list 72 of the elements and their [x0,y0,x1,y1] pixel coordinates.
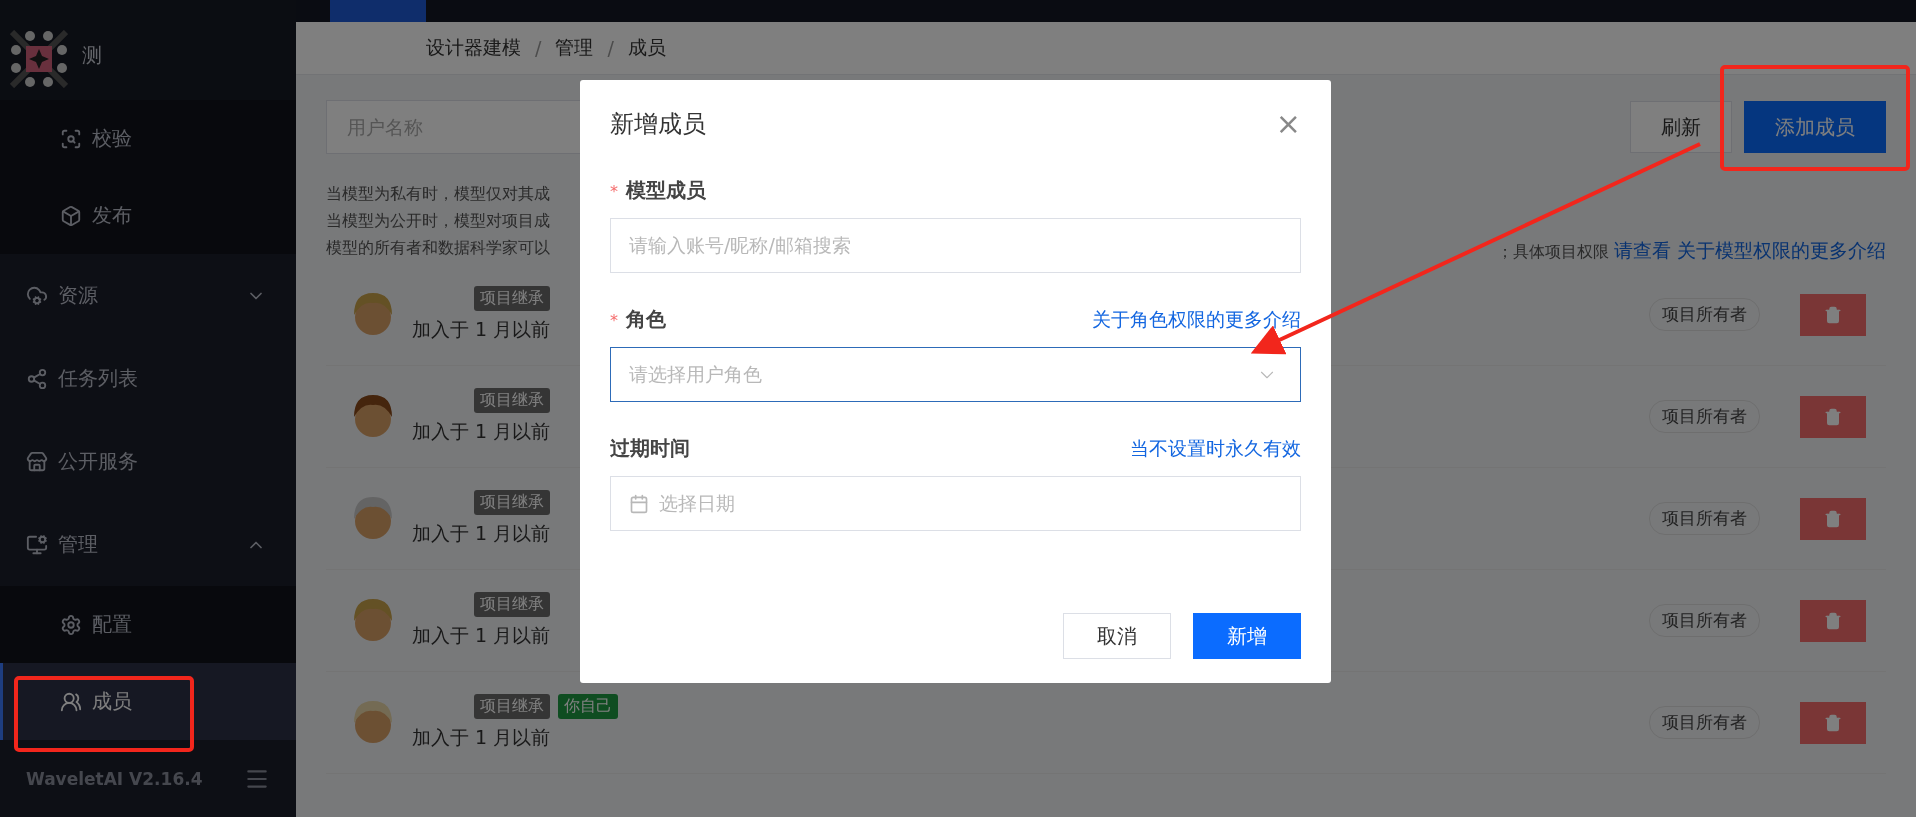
menu-item-icon [26,533,48,556]
field-label: 角色 [626,307,666,331]
breadcrumb-separator: / [607,37,614,59]
dialog-title: 新增成员 [610,109,706,140]
menu-item-icon [60,204,82,227]
member-tag: 项目继承 [474,490,550,515]
sidebar-item[interactable]: 成员 [0,663,296,740]
add-member-button[interactable]: 添加成员 [1744,101,1886,153]
sidebar-item[interactable]: 校验 [0,100,296,177]
close-button[interactable]: × [1275,109,1301,139]
sidebar-item[interactable]: 配置 [0,586,296,663]
required-mark: * [610,311,618,330]
member-tag: 你自己 [558,694,618,719]
cancel-button[interactable]: 取消 [1063,613,1171,659]
description-line: 模型的所有者和数据科学家可以 [326,238,550,259]
role-select[interactable]: 请选择用户角色 [610,347,1301,402]
logo [10,30,68,88]
delete-button[interactable] [1800,701,1866,744]
description-line: ；具体项目权限 [1496,242,1609,261]
member-search-field[interactable]: 请输入账号/昵称/邮箱搜索 [610,218,1301,273]
menu-item-icon [60,690,82,713]
delete-icon [1824,407,1842,426]
delete-button[interactable] [1800,395,1866,438]
delete-button[interactable] [1800,497,1866,540]
role-pill: 项目所有者 [1649,604,1760,637]
project-name: 测 [82,42,102,69]
joined-time: 加入于 1 月以前 [412,725,552,750]
description-line: 当模型为私有时，模型仅对其成 [326,184,550,205]
delete-icon [1824,611,1842,630]
date-picker[interactable]: 选择日期 [610,476,1301,531]
refresh-button[interactable]: 刷新 [1630,101,1732,153]
delete-icon [1824,509,1842,528]
description-line: 当模型为公开时，模型对项目成 [326,211,550,232]
breadcrumb-item[interactable]: 成员 [627,35,666,61]
sidebar-item[interactable]: 任务列表 [0,337,296,420]
menu-item-icon [26,450,48,473]
sidebar-item[interactable]: 管理 [0,503,296,586]
help-link[interactable]: 当不设置时永久有效 [1130,436,1301,462]
sidebar-item[interactable]: 公开服务 [0,420,296,503]
version-label: WaveletAI V2.16.4 [26,768,203,789]
breadcrumb-item[interactable]: 设计器建模 [426,35,521,61]
delete-icon [1824,305,1842,324]
member-tag: 项目继承 [474,286,550,311]
joined-time: 加入于 1 月以前 [412,623,551,648]
menu-item-icon [26,367,48,390]
permissions-link[interactable]: 请查看 关于模型权限的更多介绍 [1613,239,1886,261]
menu-item-icon [26,284,48,307]
role-pill: 项目所有者 [1649,706,1760,739]
member-tag: 项目继承 [474,694,550,719]
required-mark: * [610,182,618,201]
joined-time: 加入于 1 月以前 [412,419,551,444]
help-link[interactable]: 关于角色权限的更多介绍 [1092,307,1301,333]
confirm-button[interactable]: 新增 [1193,613,1301,659]
member-tag: 项目继承 [474,592,550,617]
role-pill: 项目所有者 [1649,400,1760,433]
breadcrumb-item[interactable]: 管理 [555,35,594,61]
role-pill: 项目所有者 [1649,298,1760,331]
menu-item-icon [60,613,82,636]
sidebar-item[interactable]: 发布 [0,177,296,254]
breadcrumb-separator: / [535,37,542,59]
sidebar-item[interactable]: 资源 [0,254,296,337]
delete-button[interactable] [1800,599,1866,642]
role-pill: 项目所有者 [1649,502,1760,535]
field-label: 过期时间 [610,436,690,460]
calendar-icon [629,493,649,514]
member-tag: 项目继承 [474,388,550,413]
delete-icon [1824,713,1842,732]
delete-button[interactable] [1800,293,1866,336]
joined-time: 加入于 1 月以前 [412,521,551,546]
menu-item-icon [60,127,82,150]
joined-time: 加入于 1 月以前 [412,317,551,342]
field-label: 模型成员 [626,178,706,202]
